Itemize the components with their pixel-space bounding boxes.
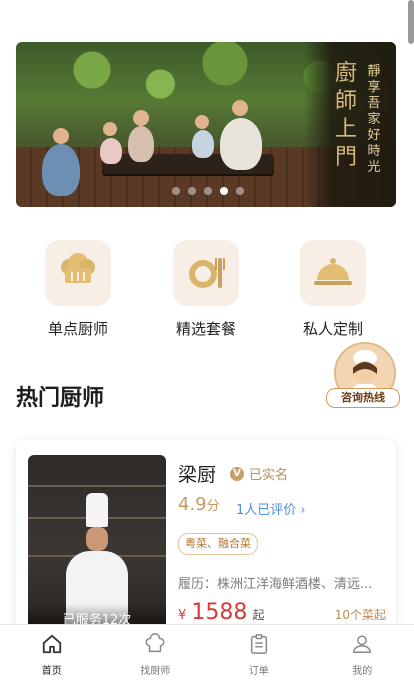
score-value: 4.9 <box>178 494 207 515</box>
user-icon <box>351 633 373 655</box>
verified-icon: V <box>230 467 244 481</box>
tab-label: 找厨师 <box>104 662 208 677</box>
consult-hotline-label: 咨询热线 <box>326 388 400 408</box>
scrollbar[interactable] <box>408 0 414 44</box>
tab-label: 订单 <box>207 662 311 677</box>
home-icon <box>41 633 63 655</box>
chef-hat-icon <box>45 240 111 306</box>
carousel-dot[interactable] <box>172 187 180 195</box>
category-label: 单点厨师 <box>33 318 123 339</box>
banner-person-head <box>133 110 149 126</box>
banner-person <box>220 118 262 170</box>
tab-orders[interactable]: 订单 <box>207 625 311 681</box>
banner-title: 廚師上門 <box>334 60 358 172</box>
tab-label: 我的 <box>311 662 414 677</box>
carousel-dot-active[interactable] <box>220 187 228 195</box>
price-currency: ¥ <box>178 608 186 623</box>
chef-score: 4.9分 <box>178 494 220 515</box>
carousel-dots[interactable] <box>172 187 244 195</box>
cuisine-tag: 粤菜、融合菜 <box>178 533 258 555</box>
hero-banner[interactable]: 廚師上門 靜享吾家好時光 <box>16 42 396 207</box>
verified-badge: V 已实名 <box>230 464 288 483</box>
banner-person-head <box>103 122 117 136</box>
banner-person-head <box>53 128 69 144</box>
clipboard-icon <box>248 633 270 655</box>
chef-card[interactable]: 已服务12次 梁厨 V 已实名 4.9分 1人已评价 › 粤菜、融合菜 履历：株… <box>16 440 396 640</box>
min-dishes: 10个菜起 <box>335 606 386 623</box>
reviews-link[interactable]: 1人已评价 › <box>236 499 306 518</box>
banner-person <box>42 144 80 196</box>
tab-home[interactable]: 首页 <box>0 625 104 681</box>
tab-find-chef[interactable]: 找厨师 <box>104 625 208 681</box>
photo-chef-hat <box>86 493 108 527</box>
category-tile[interactable] <box>45 240 111 306</box>
price-suffix: 起 <box>252 608 264 622</box>
banner-person <box>192 130 214 158</box>
chef-photo: 已服务12次 <box>28 455 166 630</box>
chef-price: ¥ 1588 起 <box>178 600 264 625</box>
category-single-chef[interactable]: 单点厨师 <box>33 240 123 339</box>
bottom-tab-bar: 首页 找厨师 订单 我的 <box>0 624 414 681</box>
photo-shelf <box>28 485 166 487</box>
chef-history: 履历：株洲江洋海鲜酒楼、清远... <box>178 573 388 592</box>
chef-hat-icon <box>144 633 166 655</box>
plate-fork-knife-icon <box>173 240 239 306</box>
carousel-dot[interactable] <box>236 187 244 195</box>
banner-person <box>128 126 154 162</box>
carousel-dot[interactable] <box>204 187 212 195</box>
category-label: 私人定制 <box>288 318 378 339</box>
banner-subtitle: 靜享吾家好時光 <box>366 64 382 176</box>
chef-name: 梁厨 <box>178 460 216 487</box>
banner-person <box>100 138 122 164</box>
banner-person-head <box>232 100 248 116</box>
tab-label: 首页 <box>0 662 104 677</box>
cloche-icon <box>300 240 366 306</box>
score-unit: 分 <box>207 499 220 514</box>
consult-hotline-button[interactable]: 咨询热线 <box>330 342 396 408</box>
category-label: 精选套餐 <box>161 318 251 339</box>
carousel-dot[interactable] <box>188 187 196 195</box>
verified-label: 已实名 <box>249 464 288 483</box>
category-tile[interactable] <box>173 240 239 306</box>
banner-person-head <box>195 115 209 129</box>
category-private-custom[interactable]: 私人定制 <box>288 240 378 339</box>
price-value: 1588 <box>191 600 247 625</box>
category-set-meal[interactable]: 精选套餐 <box>161 240 251 339</box>
photo-chef-face <box>86 527 108 551</box>
category-tile[interactable] <box>300 240 366 306</box>
tab-mine[interactable]: 我的 <box>311 625 414 681</box>
section-title-hot-chefs: 热门厨师 <box>16 380 104 412</box>
